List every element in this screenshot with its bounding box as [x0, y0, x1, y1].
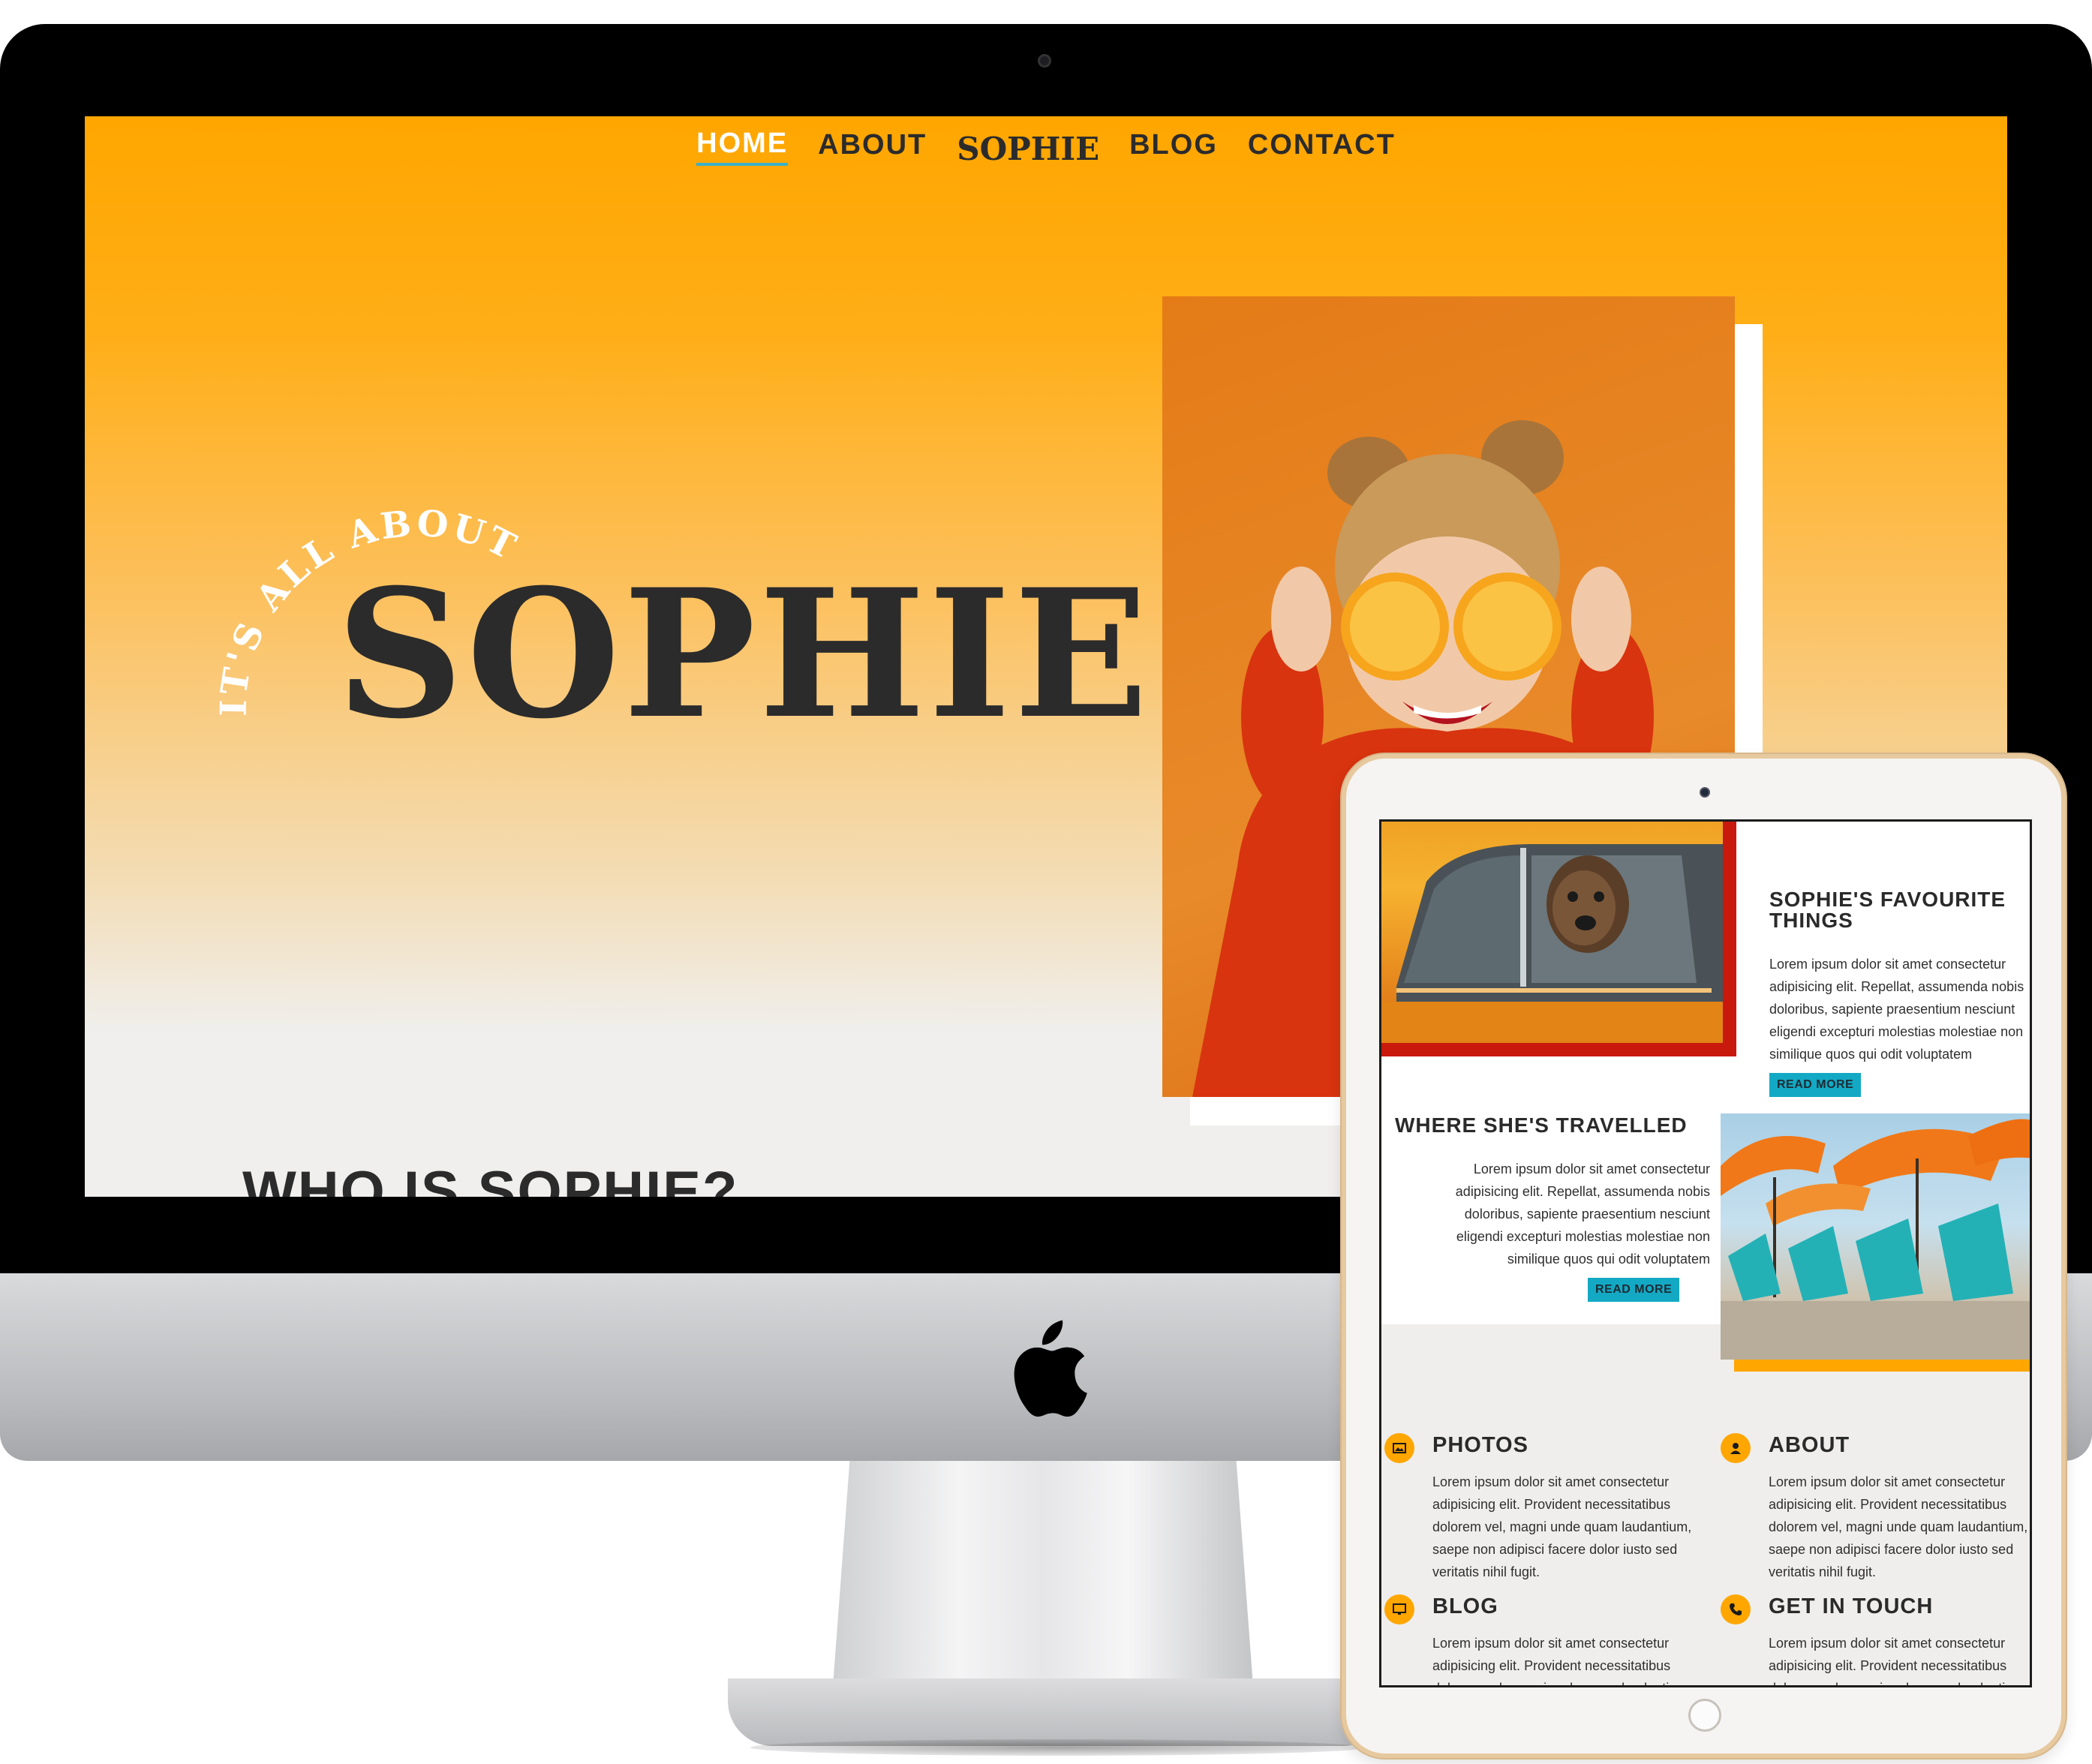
user-icon: [1721, 1433, 1751, 1463]
phone-icon: [1721, 1594, 1751, 1624]
text-line: adipisicing elit. Repellat, assumenda no…: [1769, 979, 2024, 994]
feature-title: ABOUT: [1769, 1433, 1850, 1457]
who-is-sophie-heading: WHO IS SOPHIE?: [242, 1160, 739, 1197]
imac-stand-base: [728, 1678, 1388, 1746]
hero-title: SOPHIE: [336, 551, 1152, 758]
text-line: Lorem ipsum dolor sit amet consectetur: [1769, 957, 2006, 972]
travelled-title: WHERE SHE'S TRAVELLED: [1395, 1113, 1688, 1137]
travelled-text: Lorem ipsum dolor sit amet consectetur a…: [1395, 1158, 1710, 1270]
main-nav: HOME ABOUT SOPHIE BLOG CONTACT: [85, 116, 2007, 176]
tablet-website: SOPHIE'S FAVOURITE THINGS Lorem ipsum do…: [1379, 819, 2032, 1687]
travelled-image: [1721, 1113, 2030, 1360]
text-line: doloribus, sapiente praesentium nesciunt: [1464, 1207, 1710, 1222]
text-line: doloribus, sapiente praesentium nesciunt: [1769, 1002, 2015, 1017]
feature-text: Lorem ipsum dolor sit amet consectetur a…: [1769, 1474, 2028, 1579]
ipad-home-button[interactable]: [1688, 1699, 1721, 1732]
nav-contact[interactable]: CONTACT: [1248, 129, 1396, 164]
monitor-icon: [1384, 1594, 1414, 1624]
feature-text: Lorem ipsum dolor sit amet consectetur a…: [1769, 1636, 2027, 1685]
nav-logo[interactable]: SOPHIE: [957, 131, 1099, 167]
feature-text: Lorem ipsum dolor sit amet consectetur a…: [1432, 1474, 1692, 1579]
travelled-read-more-button[interactable]: READ MORE: [1588, 1278, 1680, 1302]
favourites-image: [1381, 822, 1723, 1043]
text-line: Lorem ipsum dolor sit amet consectetur: [1473, 1161, 1710, 1177]
text-line: adipisicing elit. Repellat, assumenda no…: [1455, 1184, 1710, 1199]
feature-title: BLOG: [1432, 1594, 1498, 1618]
imac-camera: [1038, 54, 1051, 68]
text-line: similique quos qui odit voluptatem: [1769, 1047, 1973, 1062]
imac-stand: [833, 1461, 1253, 1686]
favourites-text: Lorem ipsum dolor sit amet consectetur a…: [1769, 953, 2030, 1065]
ipad-camera: [1700, 787, 1710, 798]
nav-blog[interactable]: BLOG: [1129, 129, 1218, 164]
feature-title: GET IN TOUCH: [1769, 1594, 1934, 1618]
text-line: eligendi excepturi molestias molestiae n…: [1456, 1229, 1710, 1244]
favourites-title: SOPHIE'S FAVOURITE THINGS: [1769, 888, 2006, 932]
image-icon: [1384, 1433, 1414, 1463]
favourites-read-more-button[interactable]: READ MORE: [1769, 1073, 1862, 1097]
stand-shadow: [750, 1739, 1366, 1756]
feature-text: Lorem ipsum dolor sit amet consectetur a…: [1432, 1636, 1691, 1685]
apple-logo-icon: [1014, 1320, 1087, 1417]
text-line: similique quos qui odit voluptatem: [1507, 1252, 1710, 1267]
feature-title: PHOTOS: [1432, 1433, 1528, 1457]
nav-home[interactable]: HOME: [696, 128, 789, 166]
text-line: eligendi excepturi molestias molestiae n…: [1769, 1024, 2024, 1039]
nav-about[interactable]: ABOUT: [818, 129, 927, 164]
